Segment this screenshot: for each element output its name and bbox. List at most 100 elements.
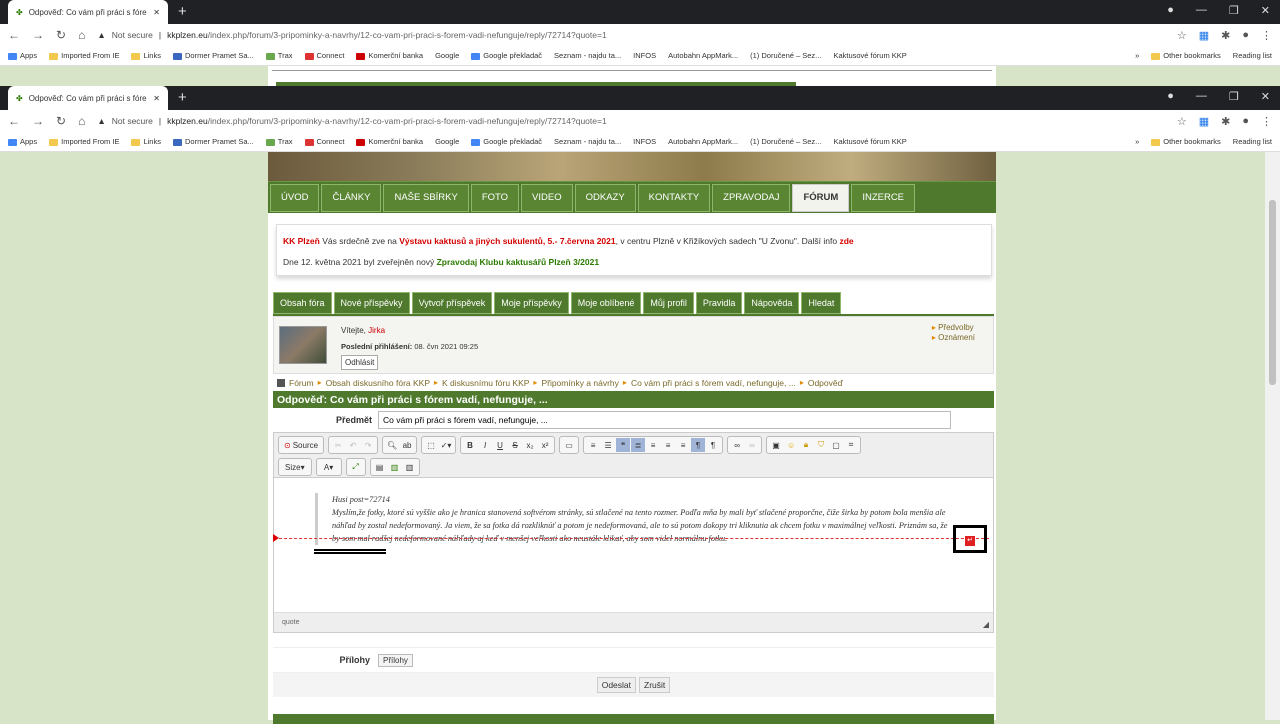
iframe-icon[interactable]: ▢ xyxy=(829,438,843,452)
superscript-icon[interactable]: x² xyxy=(538,438,552,452)
attachments-button[interactable]: Přílohy xyxy=(378,653,413,667)
lock-icon[interactable]: 🔒︎ xyxy=(799,438,813,452)
nav-item[interactable]: ÚVOD xyxy=(270,183,320,212)
replace-icon[interactable]: ab xyxy=(400,438,414,452)
nav-item[interactable]: VIDEO xyxy=(521,183,573,212)
undo-icon[interactable]: ↶ xyxy=(346,438,360,452)
bookmark-item[interactable]: Dormer Pramet Sa... xyxy=(172,51,254,60)
breadcrumb-item[interactable]: Fórum xyxy=(289,378,314,388)
bookmark-item[interactable]: Trax xyxy=(265,51,293,60)
breadcrumb-item[interactable]: K diskusnímu fóru KKP xyxy=(442,378,529,388)
breadcrumb-item[interactable]: Obsah diskusního fóra KKP xyxy=(326,378,430,388)
cancel-button[interactable]: Zrušit xyxy=(639,677,671,693)
ltr-icon[interactable]: ¶ xyxy=(691,438,706,452)
bookmark-item[interactable]: Seznam - najdu ta... xyxy=(554,51,621,60)
reload-icon[interactable]: ↻ xyxy=(56,28,66,42)
browser-tab[interactable]: ✤ Odpověď: Co vám při práci s fórem ✕ xyxy=(8,0,168,24)
rtl-icon[interactable]: ¶ xyxy=(706,438,720,452)
reading-list[interactable]: Reading list xyxy=(1233,51,1272,60)
nav-item-active[interactable]: FÓRUM xyxy=(792,183,850,212)
close-window-icon[interactable]: ✕ xyxy=(1261,90,1270,103)
bookmark-item[interactable]: Links xyxy=(131,51,161,60)
underline-icon[interactable]: U xyxy=(493,438,507,452)
bookmark-item[interactable]: Seznam - najdu ta... xyxy=(554,137,621,146)
breadcrumb-item[interactable]: Co vám při práci s fórem vadí, nefunguje… xyxy=(631,378,796,388)
element-path[interactable]: quote xyxy=(282,619,300,626)
forum-tab[interactable]: Pravidla xyxy=(695,292,743,314)
numbered-list-icon[interactable]: ≡ xyxy=(586,438,600,452)
account-icon[interactable]: ● xyxy=(1242,29,1249,42)
puzzle-icon[interactable]: ✱ xyxy=(1221,115,1230,128)
restore-icon[interactable]: ❐ xyxy=(1229,90,1239,103)
bold-icon[interactable]: B xyxy=(463,438,477,452)
notifications-link[interactable]: Oznámení xyxy=(932,333,975,343)
blockquote-icon[interactable]: ❝ xyxy=(616,438,631,452)
bookmark-item[interactable]: Google překladač xyxy=(471,137,542,146)
scrollbar-thumb[interactable] xyxy=(1269,200,1276,385)
bookmarks-more[interactable]: » xyxy=(1135,51,1139,60)
browser-tab[interactable]: ✤ Odpověď: Co vám při práci s fórem ✕ xyxy=(8,86,168,110)
magicline-insert-button[interactable]: ↵ xyxy=(953,525,987,553)
forum-tab[interactable]: Nápověda xyxy=(744,292,800,314)
forward-icon[interactable]: → xyxy=(32,28,44,42)
reading-list[interactable]: Reading list xyxy=(1233,137,1272,146)
bulleted-list-icon[interactable]: ☰ xyxy=(601,438,615,452)
bookmark-item[interactable]: Connect xyxy=(304,51,344,60)
nav-item[interactable]: ČLÁNKY xyxy=(321,183,382,212)
forum-tab[interactable]: Nové příspěvky xyxy=(333,292,410,314)
bookmark-item[interactable]: Dormer Pramet Sa... xyxy=(172,137,254,146)
account-icon[interactable]: ● xyxy=(1242,115,1249,128)
bookmark-item[interactable]: Imported From IE xyxy=(49,137,119,146)
nav-item[interactable]: INZERCE xyxy=(851,183,916,212)
bookmark-item[interactable]: Google xyxy=(435,137,459,146)
spellcheck-icon[interactable]: ✓▾ xyxy=(439,438,453,452)
bookmark-item[interactable]: INFOS xyxy=(633,137,656,146)
image-icon[interactable]: ▣ xyxy=(769,438,783,452)
shield-icon[interactable]: ⛉ xyxy=(814,438,828,452)
bookmark-item[interactable]: Google xyxy=(435,51,459,60)
minimize-icon[interactable]: — xyxy=(1196,90,1207,103)
back-icon[interactable]: ← xyxy=(8,28,20,42)
other-bookmarks[interactable]: Other bookmarks xyxy=(1151,137,1221,146)
username[interactable]: Jirka xyxy=(368,326,385,335)
forum-tab[interactable]: Moje příspěvky xyxy=(494,292,569,314)
extension-grid-icon[interactable]: ▦ xyxy=(1199,115,1209,128)
forward-icon[interactable]: → xyxy=(32,114,44,128)
enter-icon[interactable]: ↵ xyxy=(965,536,975,546)
align-right-icon[interactable]: ≡ xyxy=(661,438,675,452)
nav-item[interactable]: NAŠE SBÍRKY xyxy=(383,183,469,212)
info-link[interactable]: zde xyxy=(839,236,853,246)
code-icon[interactable]: ⌗ xyxy=(844,438,858,452)
select-all-icon[interactable]: ⬚ xyxy=(424,438,438,452)
size-dropdown[interactable]: Size ▾ xyxy=(281,460,309,474)
url-field[interactable]: ▲ Not secure | kkplzen.eu/index.php/foru… xyxy=(97,112,1165,130)
nav-item[interactable]: ODKAZY xyxy=(574,183,636,212)
new-tab-button[interactable]: + xyxy=(178,3,187,20)
link-icon[interactable]: ∞ xyxy=(730,438,744,452)
reload-icon[interactable]: ↻ xyxy=(56,114,66,128)
remove-format-icon[interactable]: ▭ xyxy=(562,438,576,452)
submit-button[interactable]: Odeslat xyxy=(596,677,637,693)
bookmark-item[interactable]: Kaktusové fórum KKP xyxy=(833,137,906,146)
avatar[interactable] xyxy=(279,326,327,364)
bookmarks-more[interactable]: » xyxy=(1135,137,1139,146)
page-scrollbar[interactable] xyxy=(1265,152,1280,720)
bookmark-item[interactable]: Links xyxy=(131,137,161,146)
preferences-link[interactable]: Předvolby xyxy=(932,323,975,333)
newsletter-link[interactable]: Zpravodaj Klubu kaktusářů Plzeň 3/2021 xyxy=(437,257,600,267)
close-tab-icon[interactable]: ✕ xyxy=(153,94,160,103)
nav-item[interactable]: KONTAKTY xyxy=(637,183,711,212)
bookmark-item[interactable]: (1) Doručené – Sez... xyxy=(750,137,821,146)
resize-grip-icon[interactable]: ◢ xyxy=(983,620,989,629)
show-blocks-icon[interactable]: ▥ xyxy=(388,460,402,474)
menu-icon[interactable]: ⋮ xyxy=(1261,29,1272,42)
bookmark-item[interactable]: Kaktusové fórum KKP xyxy=(833,51,906,60)
bookmark-item[interactable]: Komerční banka xyxy=(356,137,423,146)
bookmark-item[interactable]: Imported From IE xyxy=(49,51,119,60)
bookmark-item[interactable]: Autobahn AppMark... xyxy=(668,137,738,146)
subscript-icon[interactable]: x₂ xyxy=(523,438,537,452)
justify-icon[interactable]: ≡ xyxy=(676,438,690,452)
logout-button[interactable]: Odhlásit xyxy=(341,355,379,370)
forum-tab[interactable]: Vytvoř příspěvek xyxy=(411,292,493,314)
cut-icon[interactable]: ✂ xyxy=(331,438,345,452)
